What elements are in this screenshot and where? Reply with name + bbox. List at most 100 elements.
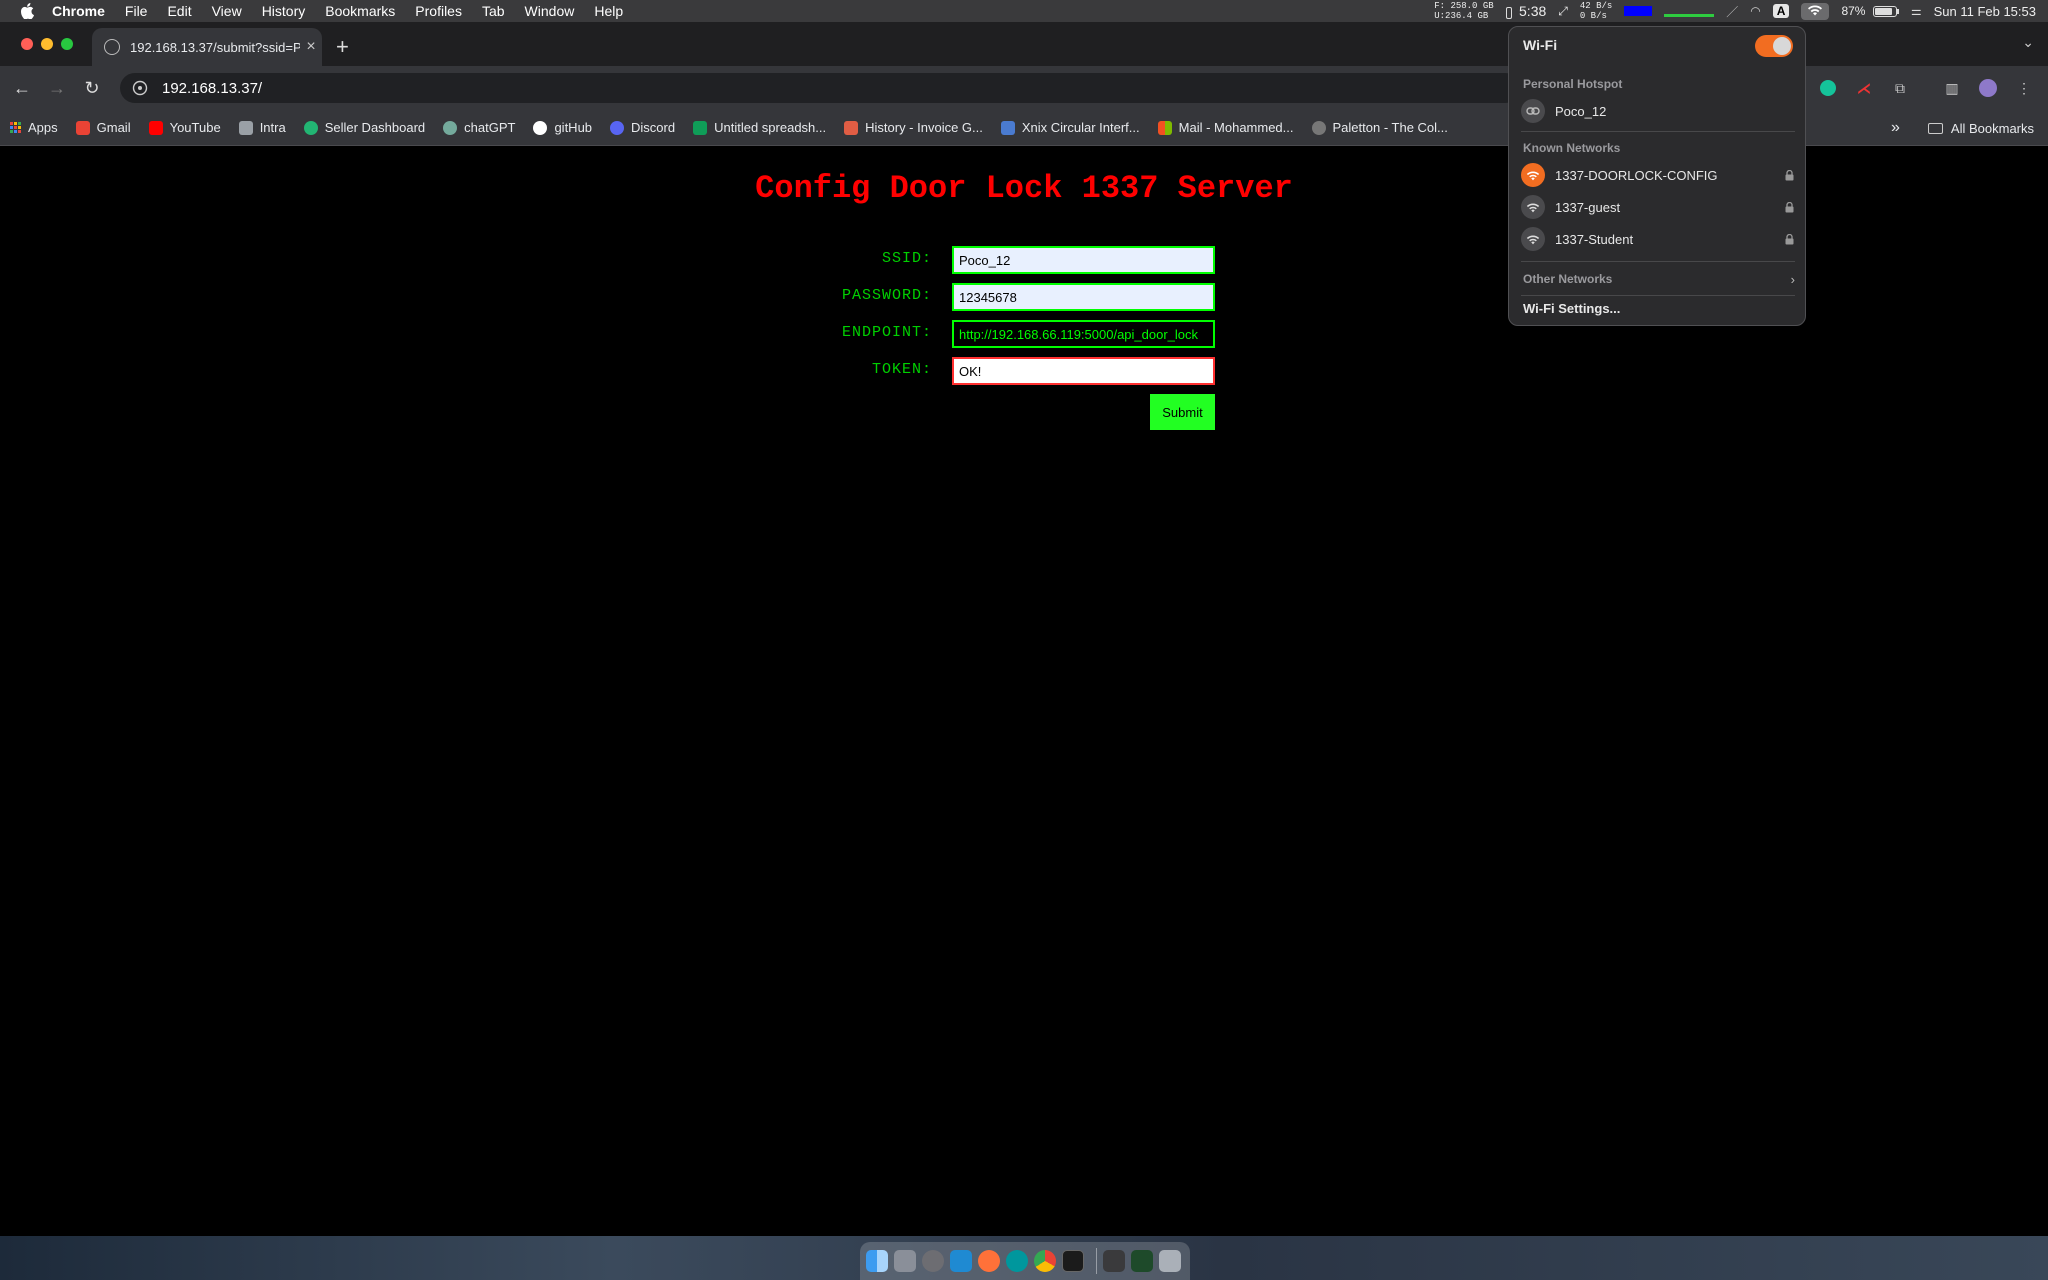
bookmark-label: Mail - Mohammed... (1178, 120, 1294, 135)
tab-search-chevron-icon[interactable]: ⌄ (2022, 34, 2034, 51)
menu-file[interactable]: File (125, 3, 148, 19)
bookmark-label: Apps (28, 120, 58, 135)
more-menu-icon[interactable]: ⋮ (2012, 76, 2036, 100)
bookmark-label: Discord (631, 120, 676, 135)
token-input[interactable] (952, 357, 1215, 385)
menu-tab[interactable]: Tab (482, 3, 505, 19)
password-label: PASSWORD: (841, 287, 932, 304)
disk-used: U:236.4 GB (1434, 11, 1489, 21)
tab-close-icon[interactable]: × (300, 38, 322, 56)
grammarly-extension-icon[interactable] (1816, 76, 1840, 100)
downloads-stack-icon[interactable] (1103, 1250, 1125, 1272)
network-item-guest[interactable]: 1337-guest (1521, 193, 1795, 221)
arduino-icon[interactable] (1006, 1250, 1028, 1272)
profile-avatar[interactable] (1976, 76, 2000, 100)
expand-icon[interactable]: ⤢ (1558, 4, 1568, 19)
apps-grid-icon (10, 122, 21, 133)
all-bookmarks-button[interactable]: All Bookmarks (1951, 121, 2034, 136)
endpoint-input[interactable] (952, 320, 1215, 348)
extension-red-icon[interactable]: ⋌ (1852, 76, 1876, 100)
battery-time-widget[interactable]: 5:38 (1505, 3, 1546, 19)
battery-widget[interactable]: 87% (1841, 4, 1899, 18)
bookmark-history-invoice[interactable]: History - Invoice G... (844, 120, 983, 135)
password-input[interactable] (952, 283, 1215, 311)
network-item-student[interactable]: 1337-Student (1521, 225, 1795, 253)
bookmark-youtube[interactable]: YouTube (148, 120, 221, 135)
menu-window[interactable]: Window (525, 3, 575, 19)
reload-icon[interactable]: ↻ (78, 74, 106, 102)
memory-graph-icon[interactable] (1664, 13, 1715, 17)
bookmark-seller-dashboard[interactable]: Seller Dashboard (303, 120, 426, 135)
firefox-icon[interactable] (978, 1250, 1000, 1272)
menu-history[interactable]: History (262, 3, 306, 19)
wifi-signal-icon (1521, 195, 1545, 219)
menubar-clock[interactable]: Sun 11 Feb 15:53 (1934, 4, 2036, 19)
network-name: 1337-Student (1555, 231, 1634, 247)
seller-dashboard-icon (303, 120, 318, 135)
apple-icon[interactable] (20, 3, 38, 19)
menu-profiles[interactable]: Profiles (415, 3, 462, 19)
launchpad-icon[interactable] (894, 1250, 916, 1272)
minimize-window-button[interactable] (41, 38, 53, 50)
bookmark-label: chatGPT (464, 120, 516, 135)
wifi-menubar-icon[interactable] (1801, 2, 1830, 20)
cpu-graph-icon[interactable] (1624, 6, 1653, 16)
net-up: 42 B/s (1579, 1, 1613, 11)
chrome-icon[interactable] (1034, 1250, 1056, 1272)
menu-divider (1521, 261, 1795, 262)
menu-view[interactable]: View (212, 3, 242, 19)
bookmark-github[interactable]: gitHub (533, 120, 592, 135)
finder-icon[interactable] (866, 1250, 888, 1272)
wifi-toggle[interactable] (1755, 35, 1793, 57)
network-speed-widget[interactable]: 42 B/s 0 B/s (1580, 1, 1612, 21)
bookmark-mail[interactable]: Mail - Mohammed... (1157, 120, 1294, 135)
terminal-icon[interactable] (1062, 1250, 1084, 1272)
folder-icon (1927, 122, 1943, 134)
menu-edit[interactable]: Edit (167, 3, 191, 19)
bookmark-paletton[interactable]: Paletton - The Col... (1311, 120, 1448, 135)
new-tab-button[interactable]: + (336, 34, 349, 60)
vscode-icon[interactable] (950, 1250, 972, 1272)
site-info-icon[interactable] (132, 80, 148, 96)
forward-arrow-icon[interactable]: → (43, 74, 71, 102)
control-center-icon[interactable]: ⚌ (1911, 4, 1922, 18)
bookmark-chatgpt[interactable]: chatGPT (443, 120, 515, 135)
airdrop-icon[interactable]: ◠ (1750, 4, 1760, 18)
youtube-icon (148, 120, 163, 135)
network-name: 1337-guest (1555, 199, 1621, 215)
bookmark-intra[interactable]: Intra (238, 120, 286, 135)
trash-icon[interactable] (1159, 1250, 1181, 1272)
bookmark-gmail[interactable]: Gmail (75, 120, 131, 135)
fullscreen-window-button[interactable] (61, 38, 73, 50)
hotspot-item-poco[interactable]: Poco_12 (1521, 97, 1795, 125)
bookmark-xnix-circular[interactable]: Xnix Circular Interf... (1000, 120, 1140, 135)
address-bar[interactable]: 192.168.13.37/ (120, 73, 1520, 103)
disk-free: F: 258.0 GB (1434, 1, 1494, 11)
menu-help[interactable]: Help (594, 3, 623, 19)
xnix-icon (1000, 120, 1015, 135)
menu-bookmarks[interactable]: Bookmarks (325, 3, 395, 19)
endpoint-label: ENDPOINT: (841, 324, 932, 341)
input-source-badge[interactable]: A (1772, 4, 1790, 18)
menu-divider (1521, 131, 1795, 132)
system-settings-icon[interactable] (922, 1250, 944, 1272)
other-networks-item[interactable]: Other Networks › (1521, 265, 1795, 293)
side-panel-icon[interactable]: ▥ (1940, 76, 1964, 100)
bookmark-untitled-spreadsheet[interactable]: Untitled spreadsh... (693, 120, 826, 135)
menu-chrome[interactable]: Chrome (52, 3, 105, 19)
extensions-puzzle-icon[interactable]: ⧉ (1888, 76, 1912, 100)
bookmarks-overflow-icon[interactable]: » (1891, 119, 1900, 137)
bookmark-apps[interactable]: Apps (10, 120, 58, 135)
bookmark-label: Seller Dashboard (324, 120, 426, 135)
network-item-doorlock-config[interactable]: 1337-DOORLOCK-CONFIG (1521, 161, 1795, 189)
bookmark-discord[interactable]: Discord (610, 120, 675, 135)
ssid-input[interactable] (952, 246, 1215, 274)
screenshot-stack-icon[interactable] (1131, 1250, 1153, 1272)
close-window-button[interactable] (21, 38, 33, 50)
browser-tab-active[interactable]: 192.168.13.37/submit?ssid=P × (92, 28, 322, 66)
back-arrow-icon[interactable]: ← (8, 74, 36, 102)
disk-usage-widget[interactable]: F: 258.0 GB U:236.4 GB (1434, 1, 1493, 21)
wifi-settings-link[interactable]: Wi-Fi Settings... (1523, 301, 1620, 316)
pen-slash-icon[interactable]: ／ (1726, 3, 1738, 20)
submit-button[interactable]: Submit (1150, 394, 1215, 430)
